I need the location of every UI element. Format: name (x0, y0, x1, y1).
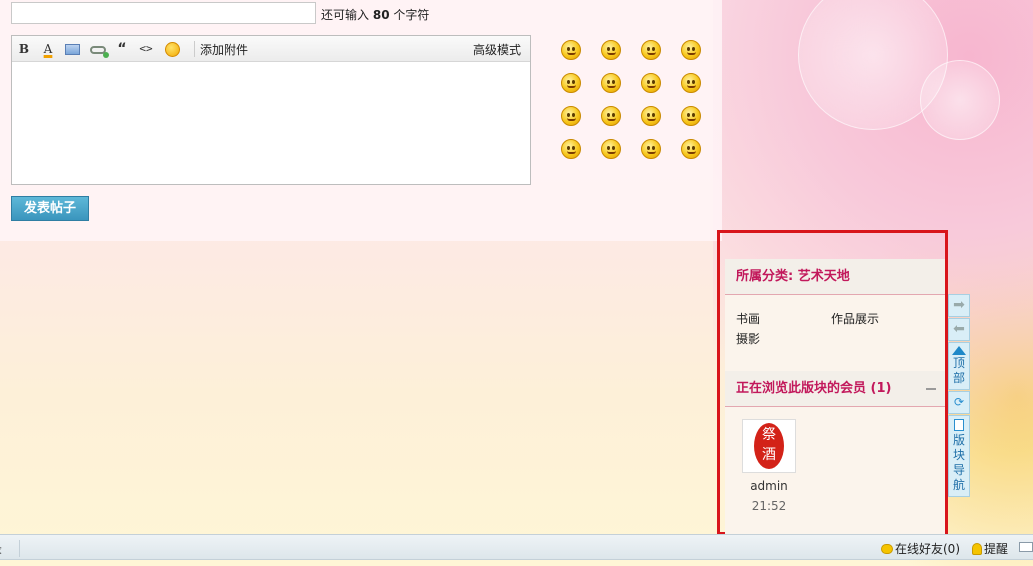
forum-info-content: 所属分类: 艺术天地 书画 作品展示 摄影 正在浏览此版块的会员 (1) 祭 酒 … (725, 259, 945, 534)
avatar[interactable]: 祭 酒 (742, 419, 796, 473)
refresh-button[interactable]: ⟳ (948, 391, 970, 414)
collapse-icon[interactable] (926, 388, 936, 390)
bold-button[interactable]: B (14, 40, 34, 58)
smiley-button[interactable] (162, 40, 182, 58)
editor-textarea[interactable] (12, 62, 530, 184)
member-name[interactable]: admin (742, 479, 796, 493)
arrow-right-icon: ➡ (953, 297, 965, 313)
faint-smiley-icon[interactable] (639, 139, 679, 172)
char-count-hint: 还可输入 80 个字符 (321, 8, 430, 22)
code-button[interactable]: <> (136, 40, 156, 58)
add-attachment-link[interactable]: 添加附件 (200, 41, 248, 58)
category-item[interactable]: 书画 (736, 309, 831, 329)
mail-icon (1019, 542, 1033, 552)
lol-smiley-icon[interactable] (679, 106, 719, 139)
advanced-mode-link[interactable]: 高级模式 (473, 41, 521, 58)
angry-smiley-icon[interactable] (559, 73, 599, 106)
login-link[interactable]: 录 (0, 540, 20, 557)
cry-smiley-icon[interactable] (679, 40, 719, 73)
forum-info-panel: 所属分类: 艺术天地 书画 作品展示 摄影 正在浏览此版块的会员 (1) 祭 酒 … (717, 230, 948, 535)
insert-image-button[interactable] (62, 40, 82, 58)
remind-link[interactable]: 提醒 (972, 540, 1008, 557)
squint-smiley-icon[interactable] (599, 106, 639, 139)
floating-nav: ➡ ⬅ 顶部 ⟳ 版块导航 (948, 294, 970, 498)
smiley-icon (164, 42, 180, 57)
laugh-smiley-icon[interactable] (559, 106, 599, 139)
toolbar-divider (194, 41, 195, 57)
love-smiley-icon[interactable] (679, 73, 719, 106)
forum-nav-button[interactable]: 版块导航 (948, 415, 970, 497)
char-count: 80 (372, 8, 390, 22)
member-time: 21:52 (751, 499, 787, 513)
grimace-smiley-icon[interactable] (639, 106, 679, 139)
category-header: 所属分类: 艺术天地 (725, 259, 945, 295)
blush-smiley-icon[interactable] (559, 139, 599, 172)
image-icon (64, 44, 80, 55)
message-link[interactable] (1019, 540, 1033, 554)
post-editor[interactable]: B A “ <> 添加附件 高级模式 (11, 35, 531, 185)
insert-link-button[interactable] (88, 40, 109, 58)
smile-smiley-icon[interactable] (559, 40, 599, 73)
wink-smiley-icon[interactable] (639, 73, 679, 106)
online-friends-link[interactable]: 在线好友(0) (881, 540, 960, 557)
font-color-button[interactable]: A (38, 40, 58, 58)
link-icon (90, 45, 109, 58)
arrow-left-icon: ⬅ (953, 321, 965, 337)
quote-button[interactable]: “ (112, 40, 132, 58)
bulb-icon (972, 543, 982, 555)
refresh-icon: ⟳ (953, 395, 965, 409)
sad-smiley-icon[interactable] (599, 40, 639, 73)
editor-toolbar: B A “ <> 添加附件 高级模式 (12, 36, 530, 62)
browsing-members-header: 正在浏览此版块的会员 (1) (725, 371, 945, 407)
category-list: 书画 作品展示 摄影 (736, 309, 936, 349)
annoyed-smiley-icon[interactable] (679, 139, 719, 172)
document-icon (954, 419, 964, 431)
chat-bubble-icon (881, 544, 893, 554)
submit-post-button[interactable]: 发表帖子 (11, 196, 89, 221)
bottom-toolbar: 录 在线好友(0) 提醒 (0, 534, 1033, 560)
next-arrow-button[interactable]: ➡ (948, 294, 970, 317)
smiley-grid (559, 40, 719, 172)
decorative-bubble (920, 60, 1000, 140)
avatar-seal-image: 祭 酒 (754, 423, 784, 469)
shy-smiley-icon[interactable] (599, 73, 639, 106)
category-item[interactable]: 作品展示 (831, 309, 926, 329)
back-to-top-button[interactable]: 顶部 (948, 342, 970, 390)
grin-smiley-icon[interactable] (639, 40, 679, 73)
sick-smiley-icon[interactable] (599, 139, 639, 172)
title-input[interactable] (11, 2, 316, 24)
category-item[interactable]: 摄影 (736, 329, 831, 349)
arrow-up-icon (952, 346, 966, 355)
prev-arrow-button[interactable]: ⬅ (948, 318, 970, 341)
